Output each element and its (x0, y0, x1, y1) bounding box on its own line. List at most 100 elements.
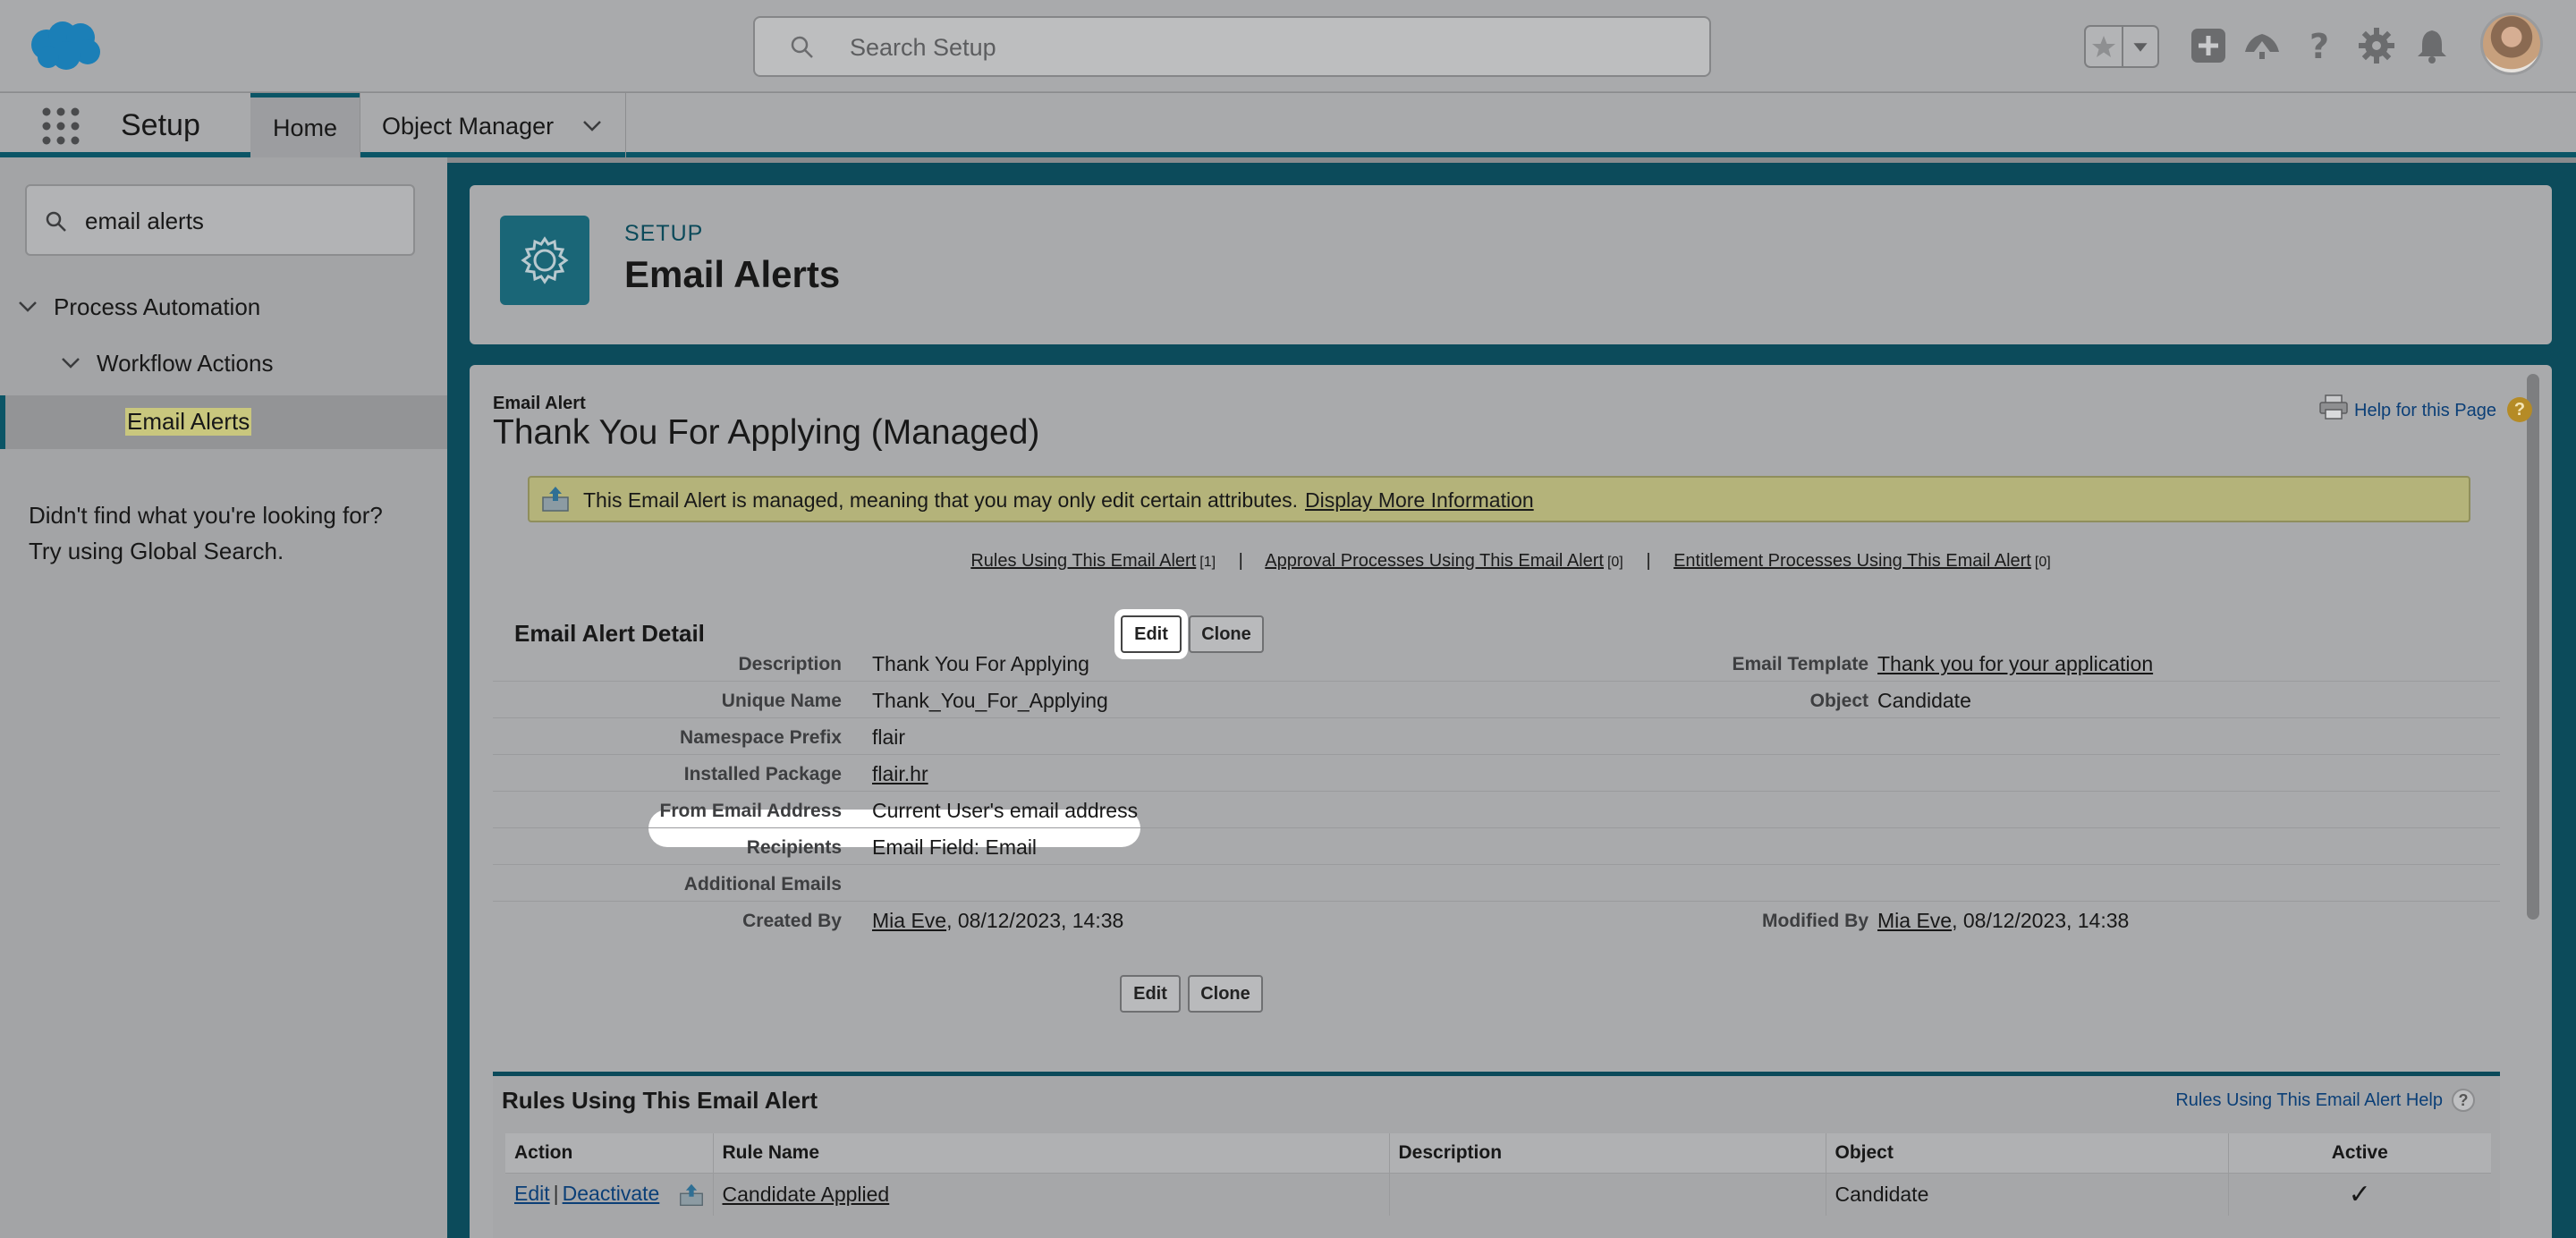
app-name: Setup (121, 108, 200, 142)
action-cell: Edit | Deactivate (505, 1173, 713, 1216)
page-header: SETUP Email Alerts (470, 185, 2552, 344)
notifications-bell-icon[interactable] (2411, 25, 2453, 66)
field-row: Additional Emails (493, 865, 2500, 902)
favorites-button[interactable] (2084, 25, 2159, 68)
display-more-information-link[interactable]: Display More Information (1305, 488, 1534, 512)
tree-item-label: Email Alerts (125, 408, 252, 436)
clone-button-bottom[interactable]: Clone (1188, 975, 1263, 1013)
chevron-down-icon[interactable] (582, 120, 602, 132)
app-nav-bar: Setup Home Object Manager (0, 93, 2576, 157)
field-label: Modified By (1762, 911, 1868, 931)
column-header: Active (2227, 1133, 2491, 1174)
chevron-down-icon[interactable] (61, 357, 80, 369)
app-launcher-icon[interactable] (41, 106, 80, 146)
tab-home[interactable]: Home (250, 93, 360, 157)
email-template-link[interactable]: Thank you for your application (1877, 652, 2153, 676)
tree-item-workflow-actions[interactable]: Workflow Actions (62, 350, 273, 377)
help-link-label: Help for this Page (2354, 401, 2496, 420)
link-count: [1] (1199, 555, 1216, 570)
from-email-value: Current User's email address (872, 799, 1139, 822)
modified-by-date: , 08/12/2023, 14:38 (1952, 909, 2130, 932)
field-label: Namespace Prefix (680, 727, 842, 748)
installed-package-link[interactable]: flair.hr (872, 762, 928, 786)
salesforce-logo[interactable] (27, 18, 104, 73)
scrollbar[interactable] (2527, 374, 2543, 1090)
tree-item-process-automation[interactable]: Process Automation (19, 293, 260, 321)
setup-sidebar: email alerts Process Automation Workflow… (0, 157, 447, 1238)
setup-search-input[interactable]: Search Setup (753, 16, 1711, 77)
rules-help-label: Rules Using This Email Alert Help (2175, 1090, 2443, 1110)
managed-notice-banner: This Email Alert is managed, meaning tha… (528, 476, 2470, 522)
managed-package-icon (679, 1183, 703, 1206)
description-value: Thank You For Applying (872, 652, 1089, 675)
field-label: Additional Emails (683, 874, 842, 895)
active-checkmark: ✓ (2227, 1173, 2491, 1216)
object-value: Candidate (1877, 689, 1971, 712)
global-header: Search Setup ? (0, 0, 2576, 92)
search-placeholder: Search Setup (850, 34, 996, 61)
field-label: Unique Name (721, 691, 842, 711)
deactivate-rule-link[interactable]: Deactivate (563, 1182, 660, 1205)
object-cell: Candidate (1825, 1173, 2228, 1216)
field-label: Installed Package (683, 764, 842, 784)
search-icon (791, 36, 813, 58)
created-by-value: Mia Eve, 08/12/2023, 14:38 (872, 909, 1123, 933)
link-count: [0] (2034, 555, 2051, 570)
approval-processes-link[interactable]: Approval Processes Using This Email Aler… (1265, 551, 1604, 571)
add-icon[interactable] (2188, 25, 2229, 66)
field-label: Object (1809, 691, 1868, 711)
tree-item-email-alerts[interactable]: Email Alerts (0, 395, 447, 449)
managed-message: This Email Alert is managed, meaning tha… (583, 488, 1299, 512)
help-icon[interactable]: ? (2299, 25, 2340, 66)
rules-table: Action Rule Name Description Object Acti… (505, 1133, 2491, 1216)
description-cell (1388, 1173, 1826, 1216)
star-icon[interactable] (2086, 27, 2122, 66)
field-label: Description (738, 654, 842, 674)
scrollbar-thumb[interactable] (2527, 374, 2539, 920)
rules-help-link[interactable]: Rules Using This Email Alert Help? (2175, 1089, 2475, 1112)
column-header: Action (505, 1133, 713, 1174)
rule-name-cell: Candidate Applied (712, 1173, 1389, 1216)
help-icon[interactable]: ? (2452, 1089, 2475, 1112)
svg-text:?: ? (2309, 27, 2329, 66)
quick-find-input[interactable]: email alerts (25, 184, 415, 256)
entitlement-processes-link[interactable]: Entitlement Processes Using This Email A… (1674, 551, 2031, 571)
help-icon[interactable]: ? (2507, 397, 2532, 422)
rules-related-list: Rules Using This Email Alert Rules Using… (493, 1072, 2500, 1238)
gear-icon[interactable] (2356, 25, 2397, 66)
hint-line-1: Didn't find what you're looking for? (29, 502, 383, 529)
unique-name-value: Thank_You_For_Applying (872, 689, 1108, 712)
tab-object-manager[interactable]: Object Manager (360, 93, 626, 157)
managed-notice-text: This Email Alert is managed, meaning tha… (583, 488, 1534, 513)
rules-using-link[interactable]: Rules Using This Email Alert (970, 551, 1196, 571)
field-row: Description Thank You For Applying Email… (493, 645, 2500, 682)
separator: | (1646, 551, 1651, 571)
user-avatar[interactable] (2480, 13, 2543, 75)
section-title: Email Alert Detail (514, 620, 705, 647)
edit-rule-link[interactable]: Edit (514, 1182, 550, 1205)
email-alert-detail-card: Email Alert Thank You For Applying (Mana… (470, 365, 2552, 1238)
tab-object-manager-label: Object Manager (382, 113, 555, 140)
column-header: Description (1388, 1133, 1826, 1174)
separator: | (1238, 551, 1243, 571)
field-label: Created By (742, 911, 842, 931)
chevron-down-icon[interactable] (2122, 27, 2157, 66)
separator: | (553, 1181, 559, 1205)
printer-icon[interactable] (2318, 394, 2349, 420)
chevron-down-icon[interactable] (18, 301, 38, 313)
main-content: SETUP Email Alerts Email Alert Thank You… (447, 163, 2576, 1238)
field-row: Created By Mia Eve, 08/12/2023, 14:38 Mo… (493, 902, 2500, 938)
modified-by-user-link[interactable]: Mia Eve (1877, 909, 1952, 932)
search-icon (46, 211, 66, 232)
trailhead-icon[interactable] (2241, 25, 2283, 66)
hint-line-2: Try using Global Search. (29, 538, 284, 564)
table-row: Edit | Deactivate Candidate Applied Candid… (505, 1173, 2491, 1216)
link-count: [0] (1606, 555, 1623, 570)
created-by-user-link[interactable]: Mia Eve (872, 909, 946, 932)
edit-button-bottom[interactable]: Edit (1120, 975, 1181, 1013)
help-for-this-page-link[interactable]: Help for this Page ? (2319, 394, 2532, 422)
rule-name-link[interactable]: Candidate Applied (723, 1183, 890, 1206)
field-row: Unique Name Thank_You_For_Applying Objec… (493, 682, 2500, 718)
related-list-title: Rules Using This Email Alert (502, 1087, 818, 1114)
field-row: Namespace Prefix flair (493, 718, 2500, 755)
